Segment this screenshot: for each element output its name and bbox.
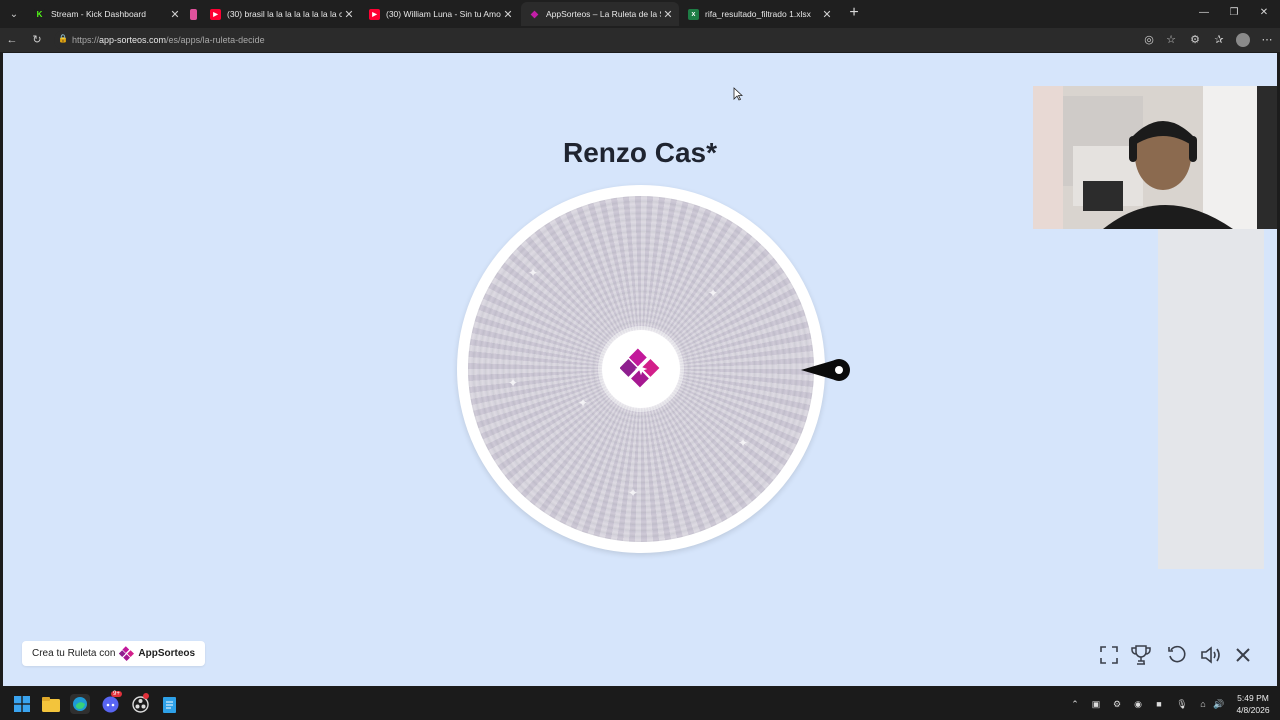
tab-excel-rifa[interactable]: x rifa_resultado_filtrado 1.xlsx ✕ — [680, 2, 838, 26]
sparkle-icon: ✦ — [738, 436, 749, 450]
tab-youtube-william-luna[interactable]: ▶ (30) William Luna - Sin tu Amor (V ✕ — [361, 2, 519, 26]
microphone-icon[interactable]: 🎙 — [1175, 697, 1189, 711]
back-icon[interactable]: ← — [3, 31, 21, 49]
winners-button[interactable] — [1129, 643, 1153, 667]
tab-appsorteos-ruleta[interactable]: AppSorteos – La Ruleta de la Suer ✕ — [521, 2, 679, 26]
pink-tab-icon — [190, 8, 197, 20]
appsorteos-logo-icon — [119, 645, 135, 661]
tray-edge-icon[interactable]: ◉ — [1131, 697, 1145, 711]
tab-title: (30) William Luna - Sin tu Amor (V — [386, 9, 501, 19]
url-text: https://app-sorteos.com/es/apps/la-rulet… — [72, 35, 265, 45]
wheel-pointer — [801, 359, 850, 381]
start-windows-icon[interactable] — [12, 694, 32, 714]
appsorteos-logo-icon — [620, 348, 660, 388]
clock-time: 5:49 PM — [1237, 693, 1269, 703]
nvidia-icon[interactable]: ■ — [1152, 697, 1166, 711]
discord-icon[interactable]: 9+ — [100, 691, 122, 714]
tab-title: AppSorteos – La Ruleta de la Suer — [546, 9, 661, 19]
brand-text: Crea tu Ruleta con — [32, 648, 116, 659]
minimize-icon[interactable]: — — [1194, 4, 1214, 22]
tray-overflow-icon[interactable]: ⌃ — [1068, 697, 1082, 711]
restore-icon[interactable]: ❐ — [1224, 4, 1244, 22]
youtube-icon: ▶ — [369, 8, 380, 20]
extensions-icon[interactable]: ⚙ — [1186, 31, 1204, 49]
fullscreen-button[interactable] — [1097, 643, 1121, 667]
excel-icon: x — [688, 8, 699, 20]
trophy-icon — [1131, 645, 1151, 665]
appsorteos-icon — [529, 9, 540, 20]
close-wheel-button[interactable] — [1231, 643, 1255, 667]
roulette-wheel[interactable]: ✦ ✦ ✦ ✦ ✦ ✦ — [457, 185, 825, 553]
tab-title: Stream - Kick Dashboard — [51, 9, 146, 19]
fullscreen-icon — [1100, 646, 1118, 664]
side-panel — [1158, 229, 1264, 569]
page-viewport: Renzo Cas* ✦ ✦ ✦ ✦ ✦ ✦ Crea tu Ruleta co… — [3, 53, 1277, 686]
tab-kick-dashboard[interactable]: K Stream - Kick Dashboard ✕ — [26, 2, 186, 26]
tab-close-icon[interactable]: ✕ — [661, 8, 675, 21]
sparkle-icon: ✦ — [528, 266, 539, 280]
windows-taskbar: 9+ ⌃ ▣ ⚙ ◉ ■ 🎙 ⌂ 🔊 5:49 PM 4/8/2026 — [0, 687, 1280, 720]
tray-app-icon[interactable]: ▣ — [1089, 697, 1103, 711]
close-icon — [1236, 648, 1250, 662]
reader-mode-icon[interactable]: ◎ — [1140, 31, 1158, 49]
notification-badge: 9+ — [111, 691, 122, 697]
obs-icon[interactable] — [130, 693, 150, 714]
kick-logo-icon: K — [34, 8, 45, 20]
edge-browser-icon[interactable] — [70, 694, 90, 714]
refresh-icon[interactable]: ↻ — [28, 31, 46, 49]
tab-close-icon[interactable]: ✕ — [168, 8, 182, 21]
mouse-cursor-icon — [733, 87, 743, 101]
sparkle-icon: ✦ — [708, 286, 719, 300]
volume-icon — [1201, 646, 1220, 664]
clock-date: 4/8/2026 — [1236, 705, 1270, 715]
wheel-face: ✦ ✦ ✦ ✦ ✦ ✦ — [468, 196, 814, 542]
network-icon[interactable]: ⌂ — [1196, 697, 1210, 711]
reset-button[interactable] — [1165, 643, 1189, 667]
browser-tabstrip: ⌄ K Stream - Kick Dashboard ✕ ▶ (30) bra… — [0, 0, 1280, 28]
browser-toolbar: ← ↻ 🔒 https://app-sorteos.com/es/apps/la… — [0, 28, 1280, 52]
sparkle-icon: ✦ — [628, 486, 639, 500]
wheel-hub[interactable] — [602, 330, 680, 408]
favorites-icon[interactable]: ✰ — [1210, 31, 1228, 49]
recording-dot-icon — [143, 693, 149, 699]
system-clock[interactable]: 5:49 PM 4/8/2026 — [1230, 692, 1276, 716]
webcam-overlay — [1033, 86, 1277, 229]
tab-title: rifa_resultado_filtrado 1.xlsx — [705, 9, 811, 19]
sound-button[interactable] — [1199, 643, 1223, 667]
tab-title: (30) brasil la la la la la la la la canz — [227, 9, 342, 19]
sparkle-icon: ✦ — [578, 396, 589, 410]
site-info-icon[interactable]: 🔒 — [58, 34, 68, 46]
file-explorer-icon[interactable] — [41, 694, 61, 714]
youtube-icon: ▶ — [210, 8, 221, 20]
tab-actions-menu-icon[interactable]: ⌄ — [4, 4, 24, 24]
window-close-icon[interactable]: ✕ — [1254, 4, 1274, 22]
tab-youtube-brasil[interactable]: ▶ (30) brasil la la la la la la la la ca… — [202, 2, 360, 26]
favorite-star-icon[interactable]: ☆ — [1162, 31, 1180, 49]
tab-close-icon[interactable]: ✕ — [342, 8, 356, 21]
brand-name: AppSorteos — [138, 648, 196, 659]
tab-close-icon[interactable]: ✕ — [820, 8, 834, 21]
create-roulette-badge[interactable]: Crea tu Ruleta con AppSorteos — [22, 641, 206, 666]
address-bar[interactable]: 🔒 https://app-sorteos.com/es/apps/la-rul… — [54, 30, 1164, 50]
sparkle-icon: ✦ — [508, 376, 519, 390]
new-tab-icon[interactable]: + — [845, 5, 863, 23]
more-menu-icon[interactable]: ⋯ — [1258, 31, 1276, 49]
profile-avatar-icon[interactable] — [1234, 31, 1252, 49]
steam-icon[interactable]: ⚙ — [1110, 697, 1124, 711]
speaker-icon[interactable]: 🔊 — [1212, 697, 1226, 711]
tab-close-icon[interactable]: ✕ — [501, 8, 515, 21]
notepad-icon[interactable] — [159, 694, 179, 714]
tab-pinned-pink[interactable] — [186, 2, 202, 26]
reset-icon — [1168, 645, 1186, 663]
